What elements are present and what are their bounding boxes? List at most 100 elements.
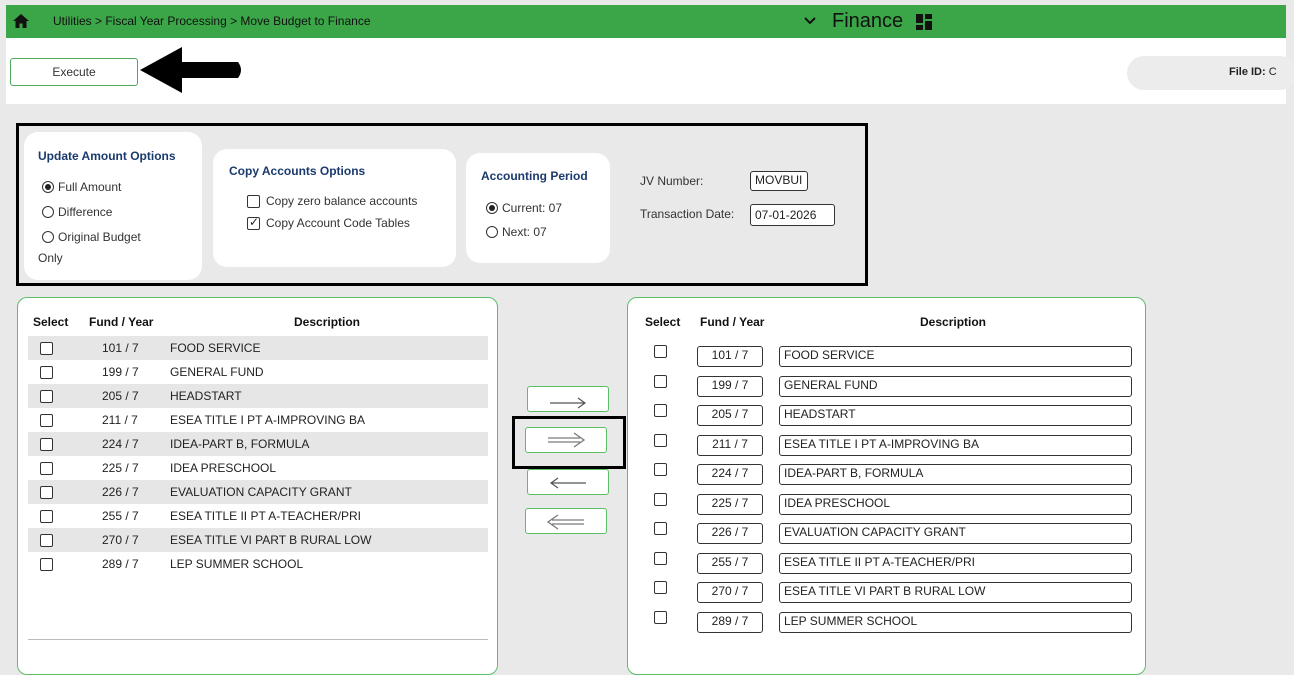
table-row[interactable]: 255 / 7 ESEA TITLE II PT A-TEACHER/PRI [628,551,1147,581]
table-row[interactable]: 225 / 7 IDEA PRESCHOOL [628,492,1147,522]
copy-accounts-title: Copy Accounts Options [229,164,366,178]
copy-account-code-tables-option[interactable]: Copy Account Code Tables [247,215,410,230]
file-id-label: File ID: [1229,66,1266,78]
col-header-select: Select [33,315,69,329]
description-field[interactable]: ESEA TITLE I PT A-IMPROVING BA [779,434,1132,456]
dashboard-grid-icon[interactable] [916,14,932,30]
table-row[interactable]: 101 / 7 FOOD SERVICE [628,344,1147,374]
table-row[interactable]: 205 / 7 HEADSTART [28,384,488,408]
table-row[interactable]: 224 / 7 IDEA-PART B, FORMULA [28,432,488,456]
move-all-left-button[interactable] [525,508,607,534]
home-icon[interactable] [12,13,30,29]
table-row[interactable]: 226 / 7 EVALUATION CAPACITY GRANT [28,480,488,504]
description-cell: IDEA-PART B, FORMULA [170,437,310,451]
description-field[interactable]: ESEA TITLE II PT A-TEACHER/PRI [779,552,1132,574]
table-row[interactable]: 211 / 7 ESEA TITLE I PT A-IMPROVING BA [628,433,1147,463]
row-select-checkbox[interactable] [654,522,667,535]
move-left-button[interactable] [527,469,609,495]
row-select-checkbox[interactable] [40,438,53,451]
chevron-down-icon[interactable] [802,12,818,30]
radio-current-period[interactable]: Current: 07 [486,201,562,215]
available-funds-panel: Select Fund / Year Description 101 / 7 FO… [17,297,498,675]
fund-year-field[interactable]: 226 / 7 [697,523,763,544]
fund-year-field[interactable]: 225 / 7 [697,493,763,515]
row-select-checkbox[interactable] [654,345,667,358]
table-row[interactable]: 289 / 7 LEP SUMMER SCHOOL [28,552,488,576]
row-select-checkbox[interactable] [40,462,53,475]
row-select-checkbox[interactable] [40,414,53,427]
description-field[interactable]: ESEA TITLE VI PART B RURAL LOW [779,582,1132,603]
radio-difference[interactable]: Difference [42,205,112,219]
description-field[interactable]: HEADSTART [779,405,1132,426]
table-row[interactable]: 255 / 7 ESEA TITLE II PT A-TEACHER/PRI [28,504,488,528]
table-row[interactable]: 199 / 7 GENERAL FUND [28,360,488,384]
description-field[interactable]: EVALUATION CAPACITY GRANT [779,523,1132,544]
col-header-fund-year: Fund / Year [89,315,154,329]
checkbox[interactable] [247,215,260,230]
row-select-checkbox[interactable] [654,551,667,565]
row-select-checkbox[interactable] [40,534,53,547]
fund-year-field[interactable]: 101 / 7 [697,346,763,367]
fund-year-field[interactable]: 211 / 7 [697,434,763,456]
radio-indicator[interactable] [42,181,54,193]
col-header-fund-year: Fund / Year [700,315,765,329]
col-header-select: Select [645,315,681,329]
move-right-button[interactable] [527,386,609,412]
app-title[interactable]: Finance [832,10,903,33]
row-select-checkbox[interactable] [40,486,53,499]
radio-indicator[interactable] [486,202,498,214]
row-select-checkbox[interactable] [654,433,667,447]
table-row[interactable]: 270 / 7 ESEA TITLE VI PART B RURAL LOW [628,580,1147,610]
fund-year-field[interactable]: 270 / 7 [697,582,763,603]
description-field[interactable]: LEP SUMMER SCHOOL [779,611,1132,633]
table-row[interactable]: 211 / 7 ESEA TITLE I PT A-IMPROVING BA [28,408,488,432]
fund-year-field[interactable]: 205 / 7 [697,405,763,426]
row-select-checkbox[interactable] [40,366,53,379]
row-select-checkbox[interactable] [654,463,667,476]
right-table-body: 101 / 7 FOOD SERVICE 199 / 7 GENERAL FUND … [628,344,1147,639]
fund-year-cell: 211 / 7 [102,413,138,427]
radio-full-amount[interactable]: Full Amount [42,180,121,194]
col-header-description: Description [294,315,361,329]
table-row[interactable]: 225 / 7 IDEA PRESCHOOL [28,456,488,480]
row-select-checkbox[interactable] [40,390,53,403]
row-select-checkbox[interactable] [654,610,667,624]
jv-number-field[interactable]: MOVBUI [750,171,808,191]
table-row[interactable]: 270 / 7 ESEA TITLE VI PART B RURAL LOW [28,528,488,552]
row-select-checkbox[interactable] [654,581,667,594]
table-row[interactable]: 226 / 7 EVALUATION CAPACITY GRANT [628,521,1147,551]
radio-indicator[interactable] [486,226,498,238]
fund-year-field[interactable]: 199 / 7 [697,375,763,397]
radio-indicator[interactable] [42,206,54,218]
fund-year-field[interactable]: 224 / 7 [697,464,763,485]
row-select-checkbox[interactable] [654,404,667,417]
checkbox[interactable] [247,194,260,208]
description-field[interactable]: GENERAL FUND [779,375,1132,397]
description-field[interactable]: FOOD SERVICE [779,346,1132,367]
execute-button[interactable]: Execute [10,58,138,86]
radio-next-period[interactable]: Next: 07 [486,225,547,239]
radio-label: Difference [58,205,113,219]
breadcrumb[interactable]: Utilities > Fiscal Year Processing > Mov… [53,14,371,28]
description-cell: ESEA TITLE II PT A-TEACHER/PRI [170,509,361,523]
row-select-checkbox[interactable] [654,492,667,506]
row-select-checkbox[interactable] [40,510,53,523]
description-field[interactable]: IDEA PRESCHOOL [779,493,1132,515]
table-row[interactable]: 289 / 7 LEP SUMMER SCHOOL [628,610,1147,640]
table-row[interactable]: 224 / 7 IDEA-PART B, FORMULA [628,462,1147,492]
row-select-checkbox[interactable] [40,558,53,571]
copy-zero-balance-option[interactable]: Copy zero balance accounts [247,194,417,208]
transaction-date-field[interactable]: 07-01-2026 [750,204,835,226]
row-select-checkbox[interactable] [654,374,667,388]
row-select-checkbox[interactable] [40,342,53,355]
table-row[interactable]: 205 / 7 HEADSTART [628,403,1147,433]
top-bar: Utilities > Fiscal Year Processing > Mov… [6,5,1286,38]
accounting-period-card: Accounting Period Current: 07 Next: 07 [466,153,610,263]
table-row[interactable]: 199 / 7 GENERAL FUND [628,374,1147,404]
table-row[interactable]: 101 / 7 FOOD SERVICE [28,336,488,360]
fund-year-field[interactable]: 289 / 7 [697,611,763,633]
radio-original-budget[interactable]: Original Budget [42,230,141,244]
radio-indicator[interactable] [42,231,54,243]
description-field[interactable]: IDEA-PART B, FORMULA [779,464,1132,485]
fund-year-field[interactable]: 255 / 7 [697,552,763,574]
